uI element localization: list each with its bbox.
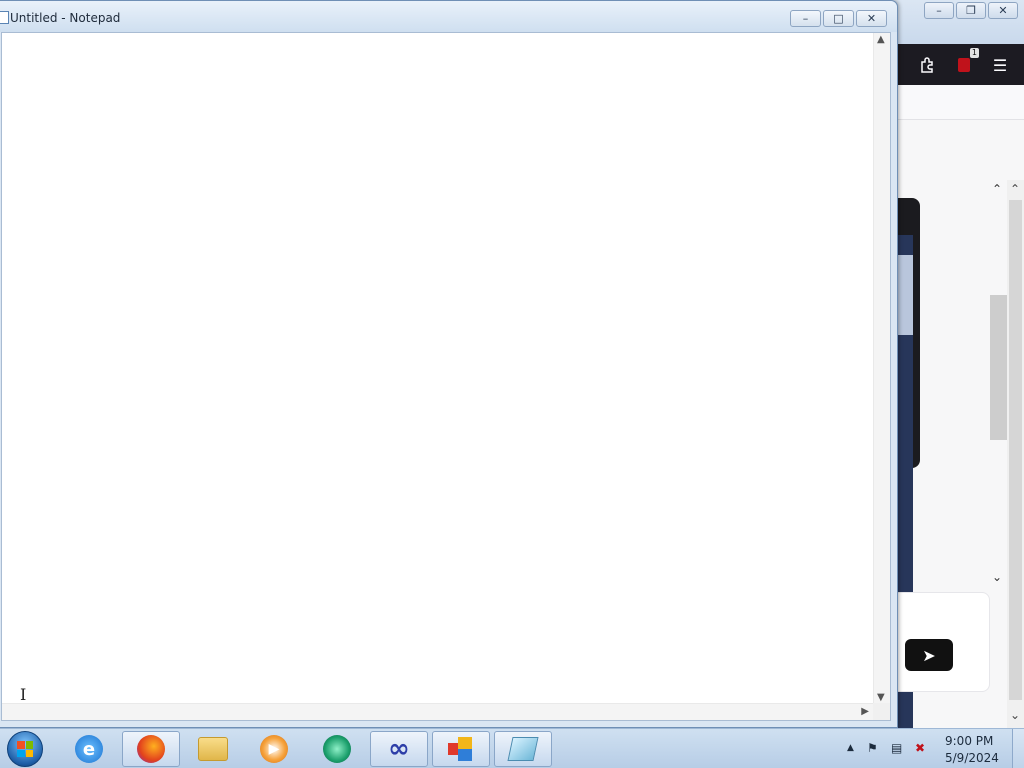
text-cursor-icon: I — [20, 685, 27, 704]
taskbar-media-player[interactable]: ▶ — [245, 731, 303, 767]
notepad-window: Untitled - Notepad – □ ✕ ▲ ▼ ▶ — [0, 0, 898, 728]
scroll-down-icon[interactable]: ▼ — [877, 692, 885, 703]
firefox-icon — [137, 735, 165, 763]
inner-scroll-down-icon[interactable]: ⌄ — [992, 570, 1002, 584]
browser-minimize-button[interactable]: – — [924, 2, 954, 19]
action-center-flag-icon[interactable]: ⚑ — [867, 741, 878, 755]
notepad-app-icon[interactable] — [0, 11, 9, 24]
vertical-scrollbar[interactable]: ▲ ▼ — [873, 33, 890, 704]
system-tray: ▲ ⚑ ▤ ✖ 9:00 PM 5/9/2024 — [845, 729, 1015, 768]
start-button[interactable] — [7, 731, 43, 767]
page-scroll-up-icon[interactable]: ⌃ — [1010, 182, 1020, 196]
green-app-icon — [323, 735, 351, 763]
scroll-up-icon[interactable]: ▲ — [877, 34, 885, 45]
ublock-extension-icon[interactable]: 1 — [953, 48, 979, 76]
page-scrollbar-thumb[interactable] — [1009, 200, 1022, 700]
internet-explorer-icon: e — [75, 735, 103, 763]
notepad-caption-buttons: – □ ✕ — [790, 10, 887, 27]
inner-scroll-up-icon[interactable]: ⌃ — [992, 182, 1002, 196]
show-hidden-icons-button[interactable]: ▲ — [847, 743, 854, 753]
text-editor-area[interactable]: ▲ ▼ ▶ — [1, 32, 891, 721]
taskbar-notepad[interactable] — [494, 731, 552, 767]
media-player-icon: ▶ — [260, 735, 288, 763]
taskbar-green-app[interactable] — [308, 731, 366, 767]
close-button[interactable]: ✕ — [856, 10, 887, 27]
taskbar-control-panel[interactable] — [432, 731, 490, 767]
taskbar-infinity-app[interactable]: ∞ — [370, 731, 428, 767]
folder-icon — [198, 737, 228, 761]
maximize-button[interactable]: □ — [823, 10, 854, 27]
clock-time[interactable]: 9:00 PM — [945, 734, 993, 748]
window-title: Untitled - Notepad — [10, 11, 121, 25]
taskbar-windows-explorer[interactable] — [184, 731, 242, 767]
taskbar-internet-explorer[interactable]: e — [60, 731, 118, 767]
resize-grip[interactable] — [873, 703, 890, 720]
menu-icon[interactable]: ☰ — [989, 54, 1011, 76]
control-panel-icon — [448, 737, 474, 761]
extensions-icon[interactable] — [917, 54, 939, 76]
notepad-icon — [507, 737, 539, 761]
browser-close-button[interactable]: ✕ — [988, 2, 1018, 19]
minimize-button[interactable]: – — [790, 10, 821, 27]
network-icon[interactable]: ▤ — [891, 741, 902, 755]
infinity-app-icon: ∞ — [388, 734, 410, 764]
windows-logo-icon — [17, 741, 33, 757]
page-scroll-down-icon[interactable]: ⌄ — [1010, 708, 1020, 722]
show-desktop-button[interactable] — [1012, 729, 1024, 768]
notepad-titlebar[interactable]: Untitled - Notepad – □ ✕ — [0, 1, 897, 32]
page-scrollbar[interactable]: ⌃ ⌄ — [1007, 180, 1024, 728]
inner-scrollbar[interactable]: ⌃ ⌄ — [990, 180, 1007, 590]
extension-badge: 1 — [969, 48, 979, 58]
clock-date[interactable]: 5/9/2024 — [945, 751, 999, 765]
horizontal-scrollbar[interactable]: ▶ — [2, 703, 873, 720]
browser-restore-button[interactable]: ❐ — [956, 2, 986, 19]
send-icon: ➤ — [922, 645, 936, 665]
send-button[interactable]: ➤ — [905, 639, 953, 671]
scroll-right-icon[interactable]: ▶ — [861, 706, 869, 717]
taskbar-firefox[interactable] — [122, 731, 180, 767]
browser-caption-buttons: – ❐ ✕ — [924, 2, 1018, 19]
taskbar: e ▶ ∞ ▲ ⚑ ▤ ✖ 9:00 PM 5/9/2024 — [0, 728, 1024, 768]
volume-muted-icon[interactable]: ✖ — [915, 741, 925, 755]
